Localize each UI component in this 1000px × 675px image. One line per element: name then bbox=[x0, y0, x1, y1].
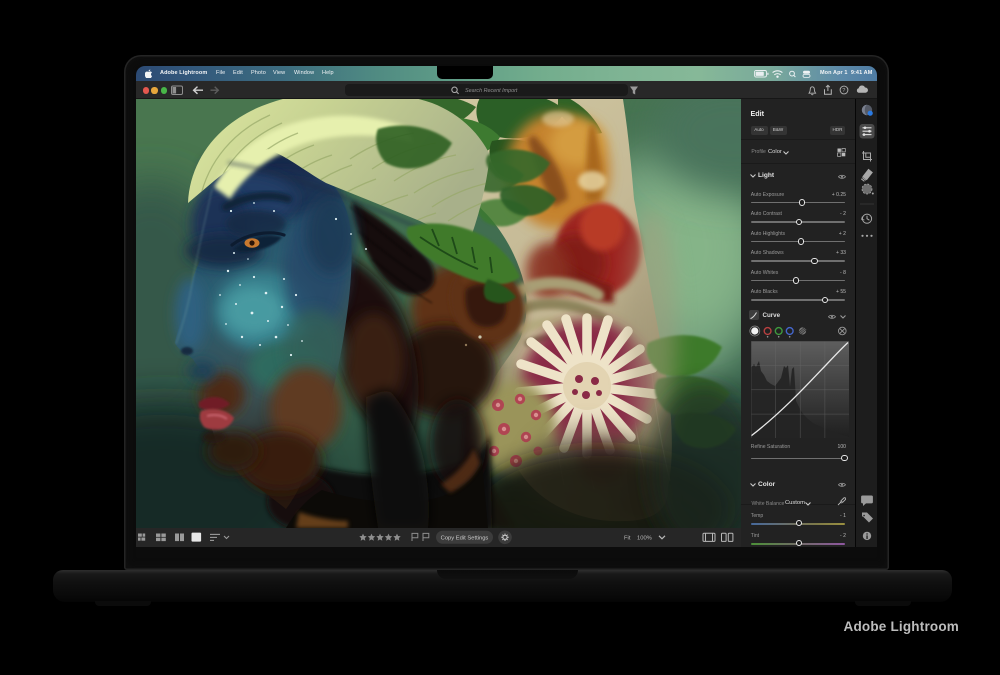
svg-text:Search Recent Import: Search Recent Import bbox=[465, 88, 518, 94]
svg-text:Copy Edit Settings: Copy Edit Settings bbox=[441, 536, 489, 542]
svg-text:Fit: Fit bbox=[624, 536, 631, 542]
svg-text:?: ? bbox=[842, 88, 845, 94]
svg-text:100%: 100% bbox=[637, 536, 652, 542]
